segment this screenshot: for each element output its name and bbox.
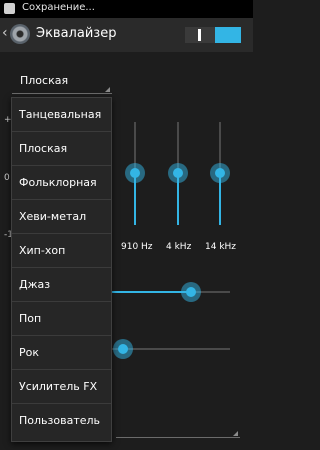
- menu-item-pop[interactable]: Поп: [12, 302, 111, 336]
- save-notification-icon: [4, 3, 15, 14]
- menu-item-folk[interactable]: Фольклорная: [12, 166, 111, 200]
- preset-spinner[interactable]: Плоская: [12, 72, 112, 94]
- back-chevron-icon[interactable]: ‹: [2, 25, 8, 41]
- menu-item-rock[interactable]: Рок: [12, 336, 111, 370]
- spinner-arrow-icon: [105, 87, 110, 92]
- slider-thumb[interactable]: [113, 339, 133, 359]
- toggle-thumb: [215, 27, 241, 43]
- status-bar: Сохранение...: [0, 0, 253, 18]
- menu-item-flat[interactable]: Плоская: [12, 132, 111, 166]
- level-label-zero: 0: [4, 173, 10, 183]
- preset-dropdown: Танцевальная Плоская Фольклорная Хеви-ме…: [11, 97, 112, 442]
- spinner-arrow-icon: [233, 431, 238, 436]
- page-title: Эквалайзер: [36, 26, 117, 41]
- slider-thumb[interactable]: [181, 282, 201, 302]
- menu-item-jazz[interactable]: Джаз: [12, 268, 111, 302]
- menu-item-dance[interactable]: Танцевальная: [12, 98, 111, 132]
- band-slider-thumb[interactable]: [125, 163, 145, 183]
- menu-item-hip-hop[interactable]: Хип-хоп: [12, 234, 111, 268]
- band-label: 4 kHz: [166, 242, 192, 252]
- band-slider-thumb[interactable]: [210, 163, 230, 183]
- menu-item-fx-booster[interactable]: Усилитель FX: [12, 370, 111, 404]
- equalizer-toggle[interactable]: [185, 27, 241, 43]
- menu-item-custom[interactable]: Пользователь: [12, 404, 111, 438]
- spinner-underline: [12, 93, 112, 94]
- action-bar: ‹ Эквалайзер: [0, 18, 253, 52]
- slider-fill: [112, 291, 190, 293]
- reverb-spinner[interactable]: [116, 430, 240, 438]
- menu-item-heavy-metal[interactable]: Хеви-метал: [12, 200, 111, 234]
- speaker-app-icon[interactable]: [10, 24, 30, 44]
- band-label: 910 Hz: [121, 242, 153, 252]
- preset-value: Плоская: [20, 74, 69, 87]
- toggle-on-mark: [198, 29, 201, 41]
- band-slider-thumb[interactable]: [168, 163, 188, 183]
- spinner-underline: [116, 437, 240, 438]
- status-text: Сохранение...: [22, 2, 95, 13]
- band-label: 14 kHz: [205, 242, 237, 252]
